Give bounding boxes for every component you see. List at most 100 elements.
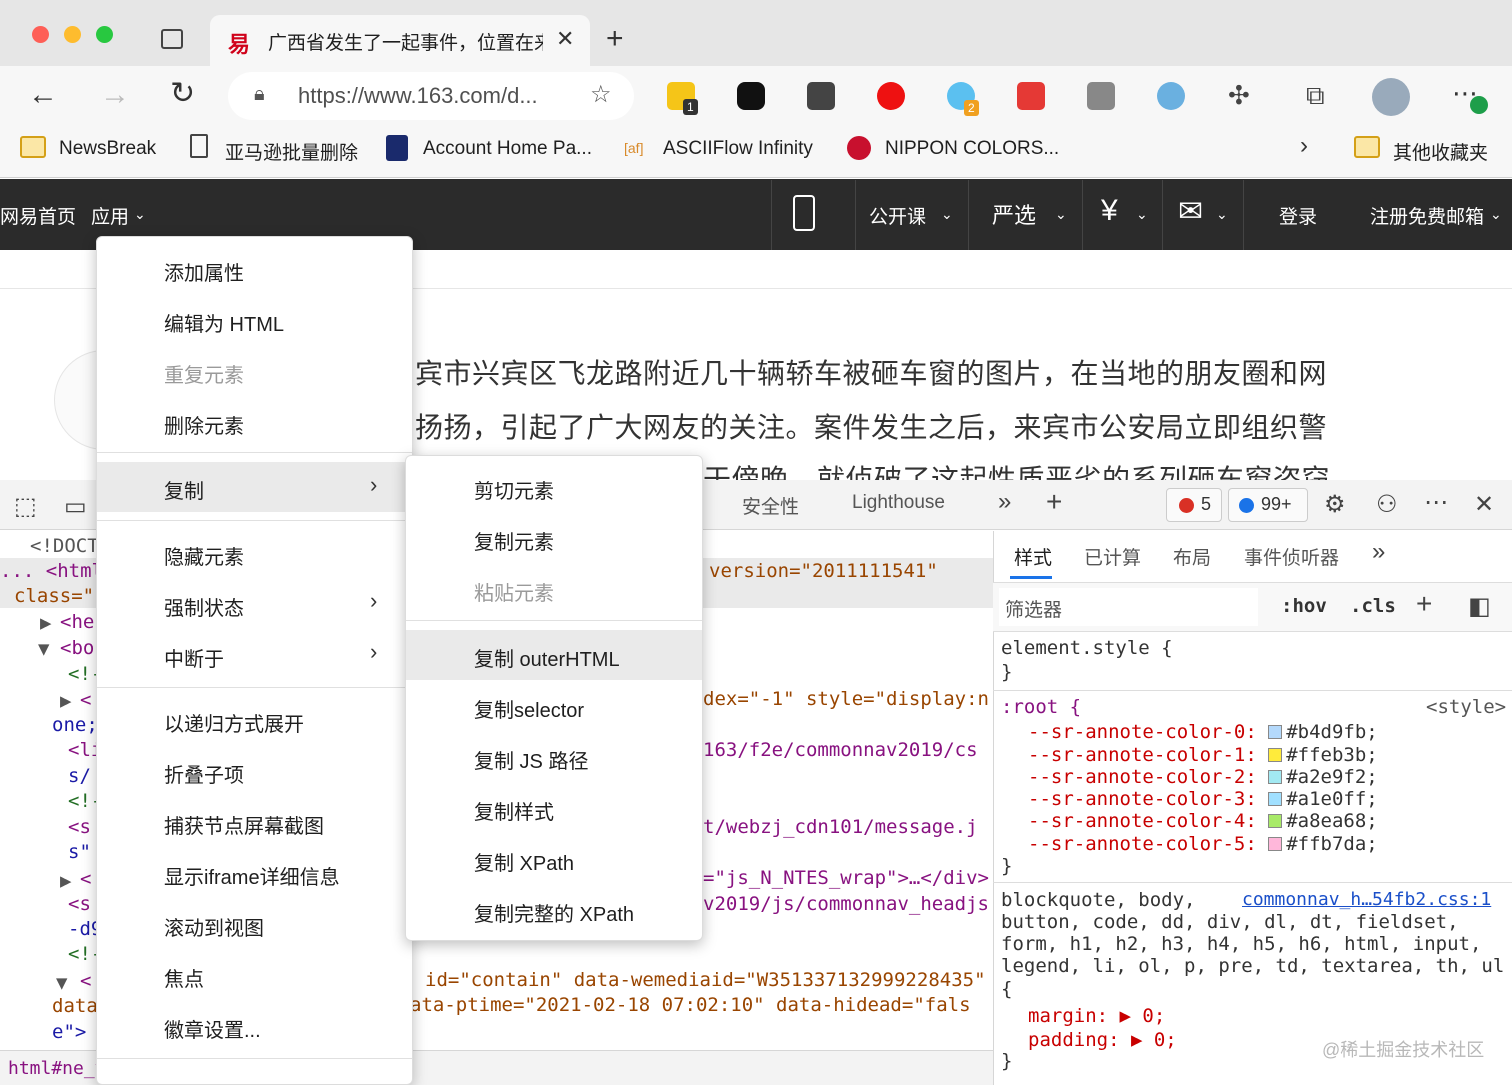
submenu-item-copy-js-path[interactable]: 复制 JS 路径 — [474, 745, 588, 774]
color-swatch-icon[interactable] — [1268, 770, 1283, 784]
menu-item-focus[interactable]: 焦点 — [164, 963, 204, 992]
css-var-line[interactable]: --sr-annote-color-4: #a8ea68; — [1028, 810, 1378, 832]
inspect-element-icon[interactable]: ⬚ — [14, 492, 37, 521]
dom-line[interactable]: s" — [68, 841, 91, 863]
bookmark-newsbreak[interactable]: NewsBreak — [59, 138, 156, 160]
bookmark-asciiflow[interactable]: ASCIIFlow Infinity — [663, 138, 813, 160]
extension-vue-icon[interactable] — [1157, 82, 1185, 110]
dom-line[interactable]: class=" — [14, 585, 94, 607]
tab-styles[interactable]: 样式 — [1014, 543, 1052, 570]
submenu-item-copy-element[interactable]: 复制元素 — [474, 526, 554, 555]
add-tab-icon[interactable]: + — [1046, 486, 1062, 518]
element-style-selector[interactable]: element.style { — [1001, 637, 1173, 659]
cls-toggle[interactable]: .cls — [1350, 595, 1396, 617]
menu-item-edit-as-html[interactable]: 编辑为 HTML — [164, 308, 284, 337]
dom-line[interactable]: e"> — [52, 1021, 86, 1043]
bookmark-other-favorites[interactable]: 其他收藏夹 — [1393, 138, 1488, 165]
dom-line[interactable]: <!DOCT — [30, 535, 99, 557]
expand-arrow-icon[interactable]: ▶ — [60, 870, 71, 892]
new-tab-icon[interactable]: + — [606, 22, 624, 56]
extension-adblock-icon[interactable] — [877, 82, 905, 110]
address-bar[interactable]: 🔒︎ https://www.163.com/d... ☆ — [228, 72, 634, 120]
new-rule-icon[interactable]: + — [1416, 588, 1432, 620]
nav-apps-link[interactable]: 应用 — [91, 202, 129, 229]
dom-line[interactable]: t/webzj_cdn101/message.j — [703, 816, 978, 838]
extension-tampermonkey-icon[interactable] — [737, 82, 765, 110]
toggle-sidebar-icon[interactable]: ◧ — [1468, 592, 1491, 621]
css-var-line[interactable]: --sr-annote-color-2: #a2e9f2; — [1028, 766, 1378, 788]
dom-breadcrumb[interactable]: html#ne_v — [8, 1058, 106, 1079]
menu-item-copy[interactable]: 复制 — [164, 475, 204, 504]
forward-icon[interactable]: → — [100, 78, 130, 112]
dom-line[interactable]: one; — [52, 714, 98, 736]
chevron-right-icon[interactable]: › — [1300, 132, 1308, 160]
more-options-icon[interactable]: ⋯ — [1424, 488, 1448, 517]
submenu-item-copy-styles[interactable]: 复制样式 — [474, 796, 554, 825]
collections-icon[interactable]: ⧉ — [1306, 80, 1325, 112]
menu-item-add-attribute[interactable]: 添加属性 — [164, 257, 244, 286]
menu-item-delete-element[interactable]: 删除元素 — [164, 410, 244, 439]
dom-line[interactable]: < — [80, 689, 91, 711]
menu-item-capture-node-screenshot[interactable]: 捕获节点屏幕截图 — [164, 810, 324, 839]
root-source-link[interactable]: <style> — [1426, 696, 1506, 718]
css-var-line[interactable]: --sr-annote-color-1: #ffeb3b; — [1028, 744, 1378, 766]
tab-event-listeners[interactable]: 事件侦听器 — [1244, 543, 1339, 570]
nav-login-link[interactable]: 登录 — [1279, 202, 1317, 229]
submenu-item-cut-element[interactable]: 剪切元素 — [474, 475, 554, 504]
hov-toggle[interactable]: :hov — [1281, 595, 1327, 617]
menu-item-duplicate-element[interactable]: 重复元素 — [164, 359, 244, 388]
mobile-app-icon[interactable] — [793, 195, 815, 231]
tab-layout[interactable]: 布局 — [1173, 543, 1211, 570]
extensions-icon[interactable]: ✣ — [1228, 80, 1250, 111]
lock-icon[interactable]: 🔒︎ — [254, 83, 265, 106]
menu-item-hide-element[interactable]: 隐藏元素 — [164, 541, 244, 570]
menu-item-show-iframe-details[interactable]: 显示iframe详细信息 — [164, 861, 340, 890]
dom-line[interactable]: s/ — [68, 765, 91, 787]
collapse-arrow-icon[interactable]: ▼ — [38, 638, 49, 660]
menu-item-break-on[interactable]: 中断于 — [164, 643, 224, 672]
dom-line[interactable]: data — [52, 995, 98, 1017]
css-var-line[interactable]: --sr-annote-color-5: #ffb7da; — [1028, 833, 1378, 855]
more-tabs-icon[interactable]: » — [1372, 538, 1385, 566]
dom-line[interactable]: ="js_N_NTES_wrap">…</div> — [703, 867, 989, 889]
tab-computed[interactable]: 已计算 — [1084, 543, 1141, 570]
message-counter[interactable]: 99+ — [1228, 488, 1308, 522]
dom-line[interactable]: dex="-1" style="display:n — [703, 688, 989, 710]
maximize-window-button[interactable] — [96, 26, 113, 43]
more-tabs-icon[interactable]: » — [998, 488, 1011, 516]
dom-line[interactable]: ... <html — [0, 560, 103, 582]
menu-item-force-state[interactable]: 强制状态 — [164, 592, 244, 621]
color-swatch-icon[interactable] — [1268, 792, 1283, 806]
active-tab[interactable]: 易 广西省发生了一起事件，位置在来 ✕ — [210, 15, 590, 66]
css-padding-property[interactable]: padding: ▶ 0; — [1028, 1029, 1177, 1051]
dom-line[interactable]: < — [80, 970, 91, 992]
device-emulation-icon[interactable]: ▭ — [64, 492, 87, 521]
bookmark-nippon-colors[interactable]: NIPPON COLORS... — [885, 138, 1059, 160]
close-tab-icon[interactable]: ✕ — [556, 26, 574, 52]
menu-item-expand-recursively[interactable]: 以递归方式展开 — [164, 708, 304, 737]
dom-line[interactable]: <he — [60, 611, 94, 633]
rule-selector-line[interactable]: button, code, dd, div, dl, dt, fieldset, — [1001, 911, 1459, 933]
tab-security[interactable]: 安全性 — [742, 492, 799, 519]
css-var-line[interactable]: --sr-annote-color-3: #a1e0ff; — [1028, 788, 1378, 810]
expand-arrow-icon[interactable]: ▶ — [60, 690, 71, 712]
expand-arrow-icon[interactable]: ▶ — [40, 612, 51, 634]
close-devtools-icon[interactable]: ✕ — [1474, 490, 1494, 519]
tab-lighthouse[interactable]: Lighthouse — [852, 492, 945, 514]
rule-selector-line[interactable]: blockquote, body, — [1001, 889, 1195, 911]
submenu-item-copy-xpath[interactable]: 复制 XPath — [474, 847, 574, 876]
bookmark-account-home[interactable]: Account Home Pa... — [423, 138, 592, 160]
dom-line[interactable]: <s — [68, 893, 91, 915]
rule-selector-line[interactable]: legend, li, ol, p, pre, td, textarea, th… — [1001, 955, 1510, 977]
submenu-item-paste-element[interactable]: 粘贴元素 — [474, 577, 554, 606]
nav-home-link[interactable]: 网易首页 — [0, 202, 76, 229]
url-text[interactable]: https://www.163.com/d... — [298, 83, 538, 109]
extension-mvp-icon[interactable] — [1087, 82, 1115, 110]
dom-line[interactable]: ata-ptime="2021-02-18 07:02:10" data-hid… — [410, 994, 971, 1016]
css-var-line[interactable]: --sr-annote-color-0: #b4d9fb; — [1028, 721, 1378, 743]
rule-source-link[interactable]: commonnav_h…54fb2.css:1 — [1242, 889, 1491, 910]
dom-line[interactable]: < — [80, 868, 91, 890]
reload-icon[interactable]: ↻ — [170, 76, 195, 111]
submenu-item-copy-full-xpath[interactable]: 复制完整的 XPath — [474, 898, 634, 927]
dom-line[interactable]: v2019/js/commonnav_headjs — [703, 893, 989, 915]
